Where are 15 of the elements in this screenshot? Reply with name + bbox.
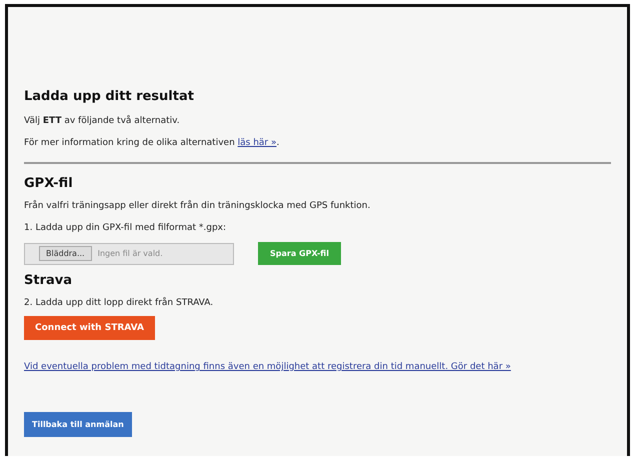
step-text: 2. Ladda upp ditt lopp direkt från STRAVA. — [24, 298, 214, 308]
connect-strava-button[interactable]: Connect with STRAVA — [24, 316, 155, 340]
read-more-link[interactable]: läs här » — [238, 138, 276, 148]
manual-registration-link[interactable]: Vid eventuella problem med tidtagning finns även en möjlighet att registrera din tid manuellt. Gör det här » — [24, 362, 511, 372]
description-text: Från valfri träningsapp eller direkt från din träningsklocka med GPS funktion. — [24, 201, 372, 211]
step-text: 1. Ladda upp din GPX-fil med filformat *.gpx: — [24, 223, 228, 233]
section-heading: GPX-fil — [24, 176, 74, 191]
file-status: Ingen fil är vald. — [98, 249, 163, 258]
info-text: För mer information kring de olika alternativen läs här ». — [24, 138, 280, 148]
browse-button[interactable]: Bläddra... — [39, 246, 92, 261]
instruction-text: Välj ETT av följande två alternativ. — [24, 116, 181, 126]
page-title: Ladda upp ditt resultat — [24, 89, 195, 104]
back-button[interactable]: Tillbaka till anmälan — [24, 412, 132, 437]
section-heading: Strava — [24, 273, 74, 288]
file-input[interactable]: Bläddra... Ingen fil är vald. — [24, 242, 234, 264]
